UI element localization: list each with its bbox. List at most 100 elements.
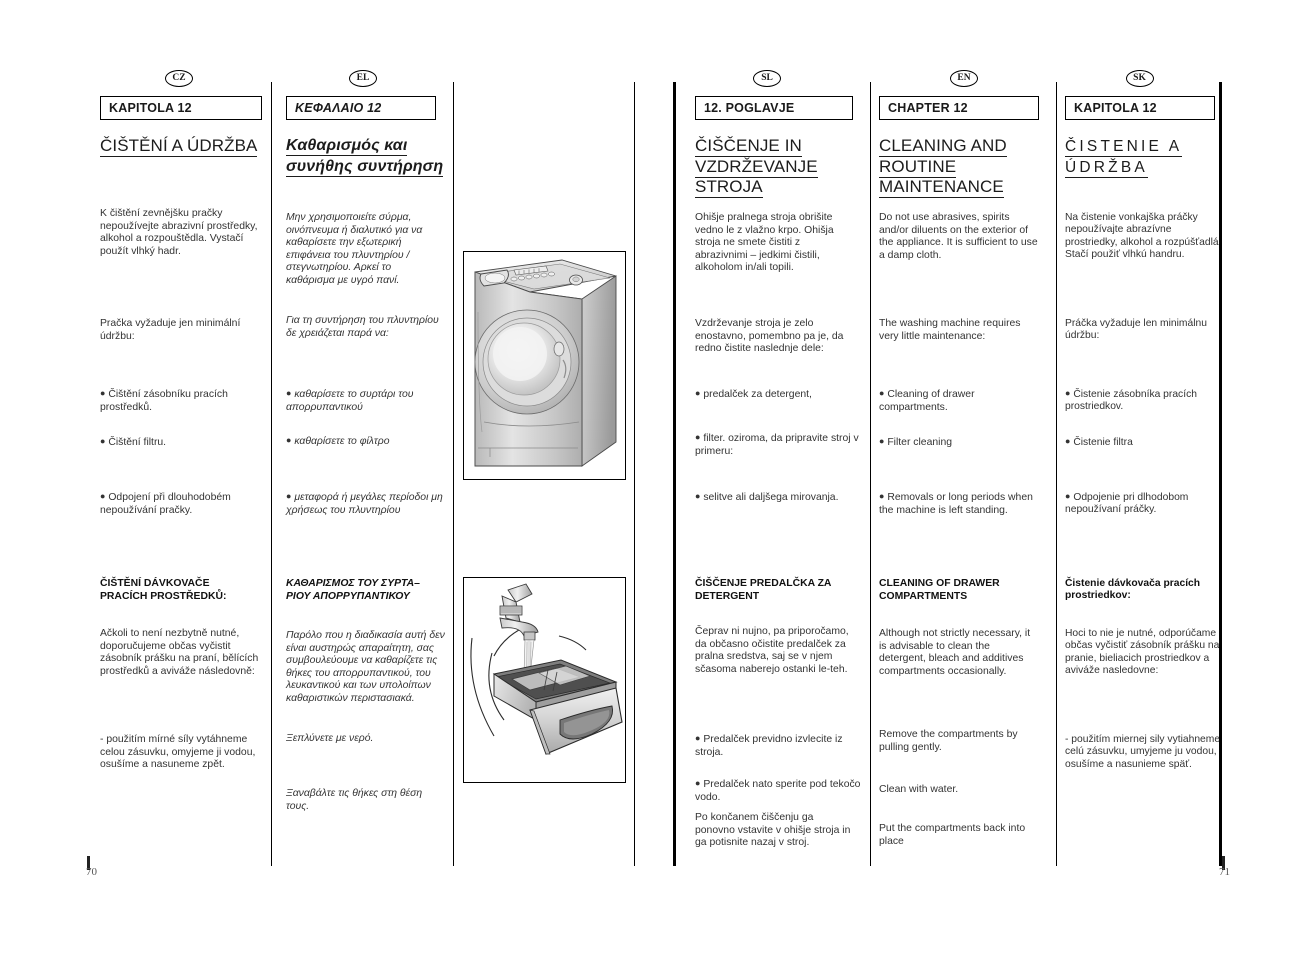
lang-badge-el: EL: [349, 70, 377, 87]
maintenance-lead-sl: Vzdrževanje stroja je zelo enostavno, po…: [695, 318, 844, 355]
section-step-sk-0: - použitím miernej sily vytiahneme celú …: [1065, 734, 1221, 770]
section-heading-sl: ČIŠČENJE PREDALČKA ZA DETERGENT: [695, 578, 832, 602]
lang-badge-cz: CZ: [165, 70, 193, 87]
title-sk: ČISTENIE A ÚDRŽBA: [1065, 136, 1225, 178]
bullet-en-2-text: Removals or long periods when the machin…: [879, 492, 1033, 516]
bullet-dot-icon: ●: [879, 436, 885, 446]
bullet-dot-icon: ●: [100, 491, 106, 501]
bullet-el-0-text: καθαρίσετε το συρτάρι του απορρυπαντικού: [286, 389, 414, 413]
section-step-cz-0: - použitím mírné síly vytáhneme celou zá…: [100, 734, 256, 771]
bullet-en-0: ● Cleaning of drawer compartments.: [879, 387, 1043, 414]
section-bullet-sl-0: ● Predalček previdno izvlecite iz stroja…: [695, 732, 861, 759]
maintenance-lead-sk: Práčka vyžaduje len minimálnu údržbu:: [1065, 318, 1207, 342]
column-sl: SL 12. POGLAVJE ČIŠČENJE IN VZDRŽEVANJE …: [673, 70, 871, 866]
lang-badge-en: EN: [950, 70, 978, 87]
maintenance-lead-cz: Pračka vyžaduje jen minimální údržbu:: [100, 318, 241, 342]
bullet-sk-2: ● Odpojenie pri dlhodobom nepoužívaní pr…: [1065, 490, 1225, 517]
bullet-dot-icon: ●: [286, 435, 292, 445]
manual-page-spread: CZ KAPITOLA 12 ČIŠTĚNÍ A ÚDRŽBA K čištěn…: [0, 0, 1308, 954]
bullet-cz-2-text: Odpojení při dlouhodobém nepoužívání pra…: [100, 492, 231, 516]
title-sl-text: ČIŠČENJE IN VZDRŽEVANJE STROJA: [695, 136, 818, 198]
bullet-el-2-text: μεταφορά ή μεγάλες περίοδοι μη χρήσεως τ…: [286, 492, 443, 516]
section-bullet-sl-1-text: Predalček nato sperite pod tekočo vodo.: [695, 779, 861, 803]
bullet-dot-icon: ●: [286, 491, 292, 501]
title-el-text: Καθαρισμός και συνήθης συντήρηση: [286, 137, 444, 177]
intro-sk: Na čistenie vonkajška práčky nepoužívajt…: [1065, 212, 1222, 261]
intro-cz: K čištění zevnějšku pračky nepoužívejte …: [100, 208, 258, 257]
section-step-en-0: Remove the compartments by pulling gentl…: [879, 729, 1018, 753]
bullet-dot-icon: ●: [1065, 491, 1071, 501]
illustration-washing-machine: [463, 251, 626, 480]
bullet-sl-2-text: selitve ali daljšega mirovanja.: [703, 492, 839, 503]
bullet-sl-0-text: predalček za detergent,: [703, 389, 812, 400]
column-el: EL ΚΕΦΑΛΑΙΟ 12 Καθαρισμός και συνήθης συ…: [272, 70, 454, 866]
intro-sl: Ohišje pralnega stroja obrišite vedno le…: [695, 212, 834, 274]
bullet-sk-1-text: Čistenie filtra: [1073, 437, 1133, 448]
section-body-sl: Čeprav ni nujno, pa priporočamo, da obča…: [695, 626, 849, 675]
bullet-sk-0-text: Čistenie zásobníka pracích prostriedkov.: [1065, 389, 1197, 413]
bullet-dot-icon: ●: [695, 388, 701, 398]
chapter-box-sl: 12. POGLAVJE: [695, 96, 853, 120]
title-en: CLEANING AND ROUTINE MAINTENANCE: [879, 136, 1045, 198]
title-sl: ČIŠČENJE IN VZDRŽEVANJE STROJA: [695, 136, 855, 198]
section-bullet-sl-0-text: Predalček previdno izvlecite iz stroja.: [695, 734, 843, 758]
bullet-dot-icon: ●: [695, 432, 701, 442]
section-step-en-2: Put the compartments back into place: [879, 823, 1026, 847]
bullet-dot-icon: ●: [1065, 436, 1071, 446]
section-body-el: Παρόλο που η διαδικασία αυτή δεν είναι α…: [286, 630, 445, 704]
section-body-sk: Hoci to nie je nutné, odporúčame občas v…: [1065, 628, 1220, 677]
title-en-text: CLEANING AND ROUTINE MAINTENANCE: [879, 136, 1007, 198]
bullet-cz-0: ● Čištění zásobníku pracích prostředků.: [100, 387, 266, 414]
bullet-sk-0: ● Čistenie zásobníka pracích prostriedko…: [1065, 387, 1225, 414]
column-cz: CZ KAPITOLA 12 ČIŠTĚNÍ A ÚDRŽBA K čištěn…: [86, 70, 272, 866]
bullet-sl-1: ● filter. oziroma, da pripravite stroj v…: [695, 431, 861, 458]
bullet-en-1-text: Filter cleaning: [887, 437, 953, 448]
title-sk-text: ČISTENIE A ÚDRŽBA: [1065, 138, 1183, 178]
bullet-sl-1-text: filter. oziroma, da pripravite stroj v p…: [695, 433, 859, 457]
bullet-dot-icon: ●: [286, 388, 292, 398]
section-heading-en: CLEANING OF DRAWER COMPARTMENTS: [879, 578, 1000, 602]
bullet-sk-2-text: Odpojenie pri dlhodobom nepoužívaní práč…: [1065, 492, 1189, 516]
bullet-en-0-text: Cleaning of drawer compartments.: [879, 389, 975, 413]
page-number-left: 70: [86, 866, 97, 878]
bullet-dot-icon: ●: [100, 388, 106, 398]
bullet-en-2: ● Removals or long periods when the mach…: [879, 490, 1043, 517]
section-heading-el: ΚΑΘΑΡΙΣΜΟΣ ΤΟΥ ΣΥΡΤΑ– ΡΙΟΥ ΑΠΟΡΡΥΠΑΝΤΙΚΟ…: [286, 578, 420, 602]
title-cz-text: ČIŠTĚNÍ A ÚDRŽBA: [100, 136, 258, 157]
bullet-dot-icon: ●: [695, 733, 701, 743]
section-heading-sk: Čistenie dávkovača pracích prostriedkov:: [1065, 578, 1201, 602]
column-sk: SK KAPITOLA 12 ČISTENIE A ÚDRŽBA Na čist…: [1057, 70, 1222, 866]
bullet-dot-icon: ●: [695, 491, 701, 501]
column-en: EN CHAPTER 12 CLEANING AND ROUTINE MAINT…: [871, 70, 1057, 866]
page-number-right: 71: [1219, 866, 1230, 878]
bullet-dot-icon: ●: [879, 388, 885, 398]
bullet-sl-0: ● predalček za detergent,: [695, 387, 861, 402]
bullet-dot-icon: ●: [100, 436, 106, 446]
bullet-dot-icon: ●: [695, 778, 701, 788]
bullet-cz-1: ● Čištění filtru.: [100, 435, 266, 450]
lang-badge-sl: SL: [753, 70, 781, 87]
section-step-sl-0: Po končanem čiščenju ga ponovno vstavite…: [695, 812, 851, 849]
illustration-detergent-drawer: [463, 577, 626, 783]
maintenance-lead-en: The washing machine requires very little…: [879, 318, 1021, 342]
bullet-sk-1: ● Čistenie filtra: [1065, 435, 1225, 449]
bullet-el-2: ● μεταφορά ή μεγάλες περίοδοι μη χρήσεως…: [286, 490, 452, 517]
section-heading-cz: ČIŠTĚNÍ DÁVKOVAČE PRACÍCH PROSTŘEDKŮ:: [100, 578, 227, 602]
bullet-cz-0-text: Čištění zásobníku pracích prostředků.: [100, 389, 228, 413]
section-step-el-1: Ξαναβάλτε τις θήκες στη θέση τους.: [286, 788, 423, 812]
lang-badge-sk: SK: [1125, 70, 1154, 87]
intro-en: Do not use abrasives, spirits and/or dil…: [879, 212, 1038, 261]
section-step-en-1: Clean with water.: [879, 784, 959, 795]
section-step-el-0: Ξεπλύνετε με νερό.: [286, 733, 374, 744]
section-bullet-sl-1: ● Predalček nato sperite pod tekočo vodo…: [695, 777, 861, 804]
bullet-en-1: ● Filter cleaning: [879, 435, 1043, 450]
chapter-box-cz: KAPITOLA 12: [100, 96, 262, 120]
title-cz: ČIŠTĚNÍ A ÚDRŽBA: [100, 136, 276, 157]
chapter-box-sk: KAPITOLA 12: [1065, 96, 1215, 120]
section-body-cz: Ačkoli to není nezbytně nutné, doporučuj…: [100, 628, 259, 677]
bullet-el-1-text: καθαρίσετε το φίλτρο: [294, 436, 390, 447]
bullet-el-1: ● καθαρίσετε το φίλτρο: [286, 434, 448, 449]
bullet-el-0: ● καθαρίσετε το συρτάρι του απορρυπαντικ…: [286, 387, 448, 414]
bullet-sl-2: ● selitve ali daljšega mirovanja.: [695, 490, 861, 505]
bullet-dot-icon: ●: [879, 491, 885, 501]
